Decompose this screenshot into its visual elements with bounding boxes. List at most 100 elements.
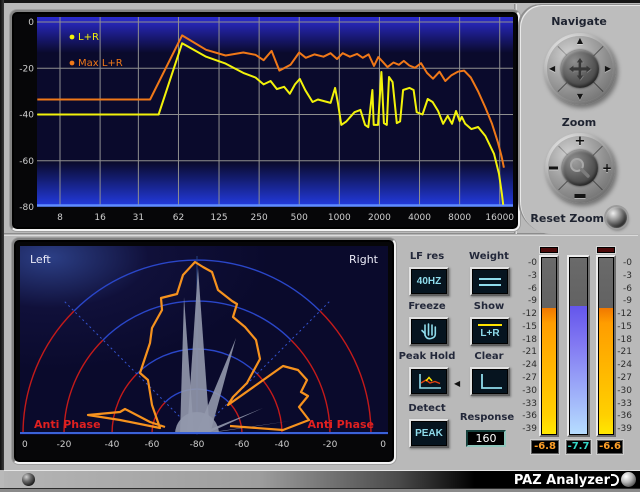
svg-text:2000: 2000 [368, 213, 391, 223]
svg-text:0: 0 [380, 440, 386, 450]
peak-hold-label: Peak Hold [396, 351, 458, 362]
lf-res-label: LF res [396, 251, 458, 262]
reset-zoom-button[interactable] [606, 207, 627, 228]
navigate-zoom-sidebar: Navigate ▲ ▼ ◀ ▶ Zoom + + [518, 4, 640, 234]
peak-hold-button[interactable] [409, 367, 449, 396]
spectrum-plot: 81631621252505001000200040008000160000-2… [16, 14, 514, 226]
response-value: 160 [476, 432, 497, 445]
legend-label: L+R [78, 32, 99, 43]
move-cross-icon [568, 57, 592, 81]
zoom-out-bottom-icon[interactable] [575, 194, 586, 198]
zoom-label: Zoom [518, 116, 640, 129]
lf-res-button[interactable]: 40HZ [409, 267, 449, 296]
navigate-center-button[interactable] [561, 50, 599, 88]
show-value: L+R [480, 328, 499, 339]
svg-text:1000: 1000 [328, 213, 351, 223]
zoom-out-left-icon[interactable] [549, 167, 558, 170]
waves-sphere-icon[interactable] [621, 472, 636, 487]
phase-plot: Left Right Anti Phase Anti Phase 0 -20 -40 -60 -… [20, 246, 388, 454]
navigate-pad[interactable]: ▲ ▼ ◀ ▶ [544, 33, 616, 105]
svg-text:62: 62 [173, 213, 184, 223]
meter-mid-readout: -7.7 [566, 440, 591, 454]
window-edge-top [0, 0, 640, 3]
antiphase-label-right: Anti Phase [307, 418, 374, 431]
info-bar: PAZ Analyzer [4, 470, 640, 488]
meter-right [596, 255, 616, 437]
meter-mid-fill [570, 306, 587, 434]
link-arrow-icon: ◀ [454, 379, 460, 388]
svg-text:-80: -80 [190, 440, 205, 450]
legend-dot-icon [70, 35, 75, 40]
horizontal-groove [4, 233, 638, 236]
svg-text:-60: -60 [235, 440, 250, 450]
axes-icon [476, 372, 504, 392]
right-channel-label: Right [349, 253, 379, 266]
weight-label: Weight [458, 251, 520, 262]
navigate-right-icon[interactable]: ▶ [605, 65, 611, 73]
left-channel-label: Left [30, 253, 51, 266]
meter-right-readout: -6.6 [597, 440, 623, 454]
svg-text:4000: 4000 [408, 213, 431, 223]
legend-dot-icon [70, 61, 75, 66]
show-button[interactable]: L+R [470, 317, 510, 346]
meter-left-readout: -6.8 [531, 440, 559, 454]
svg-text:500: 500 [291, 213, 308, 223]
navigate-down-icon[interactable]: ▼ [577, 93, 583, 101]
title-pill-end [611, 474, 619, 486]
svg-text:250: 250 [251, 213, 268, 223]
svg-text:-60: -60 [19, 157, 34, 167]
navigate-up-icon[interactable]: ▲ [577, 37, 583, 45]
phase-display: Left Right Anti Phase Anti Phase 0 -20 -40 -60 -… [20, 246, 388, 454]
svg-text:-60: -60 [145, 440, 160, 450]
weight-button[interactable] [470, 267, 510, 296]
window-edge-left [0, 0, 4, 470]
zoom-knob[interactable]: + + [545, 133, 615, 203]
antiphase-label-left: Anti Phase [34, 418, 101, 431]
svg-text:16000: 16000 [485, 213, 514, 223]
meter-left [539, 255, 559, 437]
svg-text:-80: -80 [19, 203, 34, 213]
svg-text:8000: 8000 [448, 213, 471, 223]
freeze-label: Freeze [396, 301, 458, 312]
detect-label: Detect [396, 403, 458, 414]
waves-logo-icon [22, 473, 35, 486]
zoom-in-top-icon[interactable]: + [575, 135, 586, 148]
magnifier-icon [567, 155, 593, 181]
controls-panel: LF res 40HZ Weight Freeze Show L+R P [396, 240, 520, 466]
navigate-label: Navigate [518, 15, 640, 28]
peak-hold-graph-icon [415, 372, 443, 392]
hand-icon [418, 321, 440, 342]
show-label: Show [458, 301, 520, 312]
zoom-in-right-icon[interactable]: + [602, 162, 612, 174]
meter-mid [567, 255, 590, 437]
meters-panel: -0-3-6-9-12-15-18-21-24-27-30-33-36-39 -… [522, 244, 640, 470]
double-line-icon [477, 276, 503, 288]
reset-zoom-label: Reset Zoom [518, 212, 604, 225]
svg-text:-20: -20 [57, 440, 72, 450]
svg-text:8: 8 [57, 213, 63, 223]
paz-analyzer-window: 8 16 31 62 125 250 500 1000 2000 4000 8000 16000 0 -2… [0, 0, 640, 492]
svg-text:125: 125 [210, 213, 227, 223]
window-edge-bottom [0, 488, 640, 492]
meter-left-fill [542, 308, 556, 434]
svg-text:0: 0 [22, 440, 28, 450]
clip-indicator-right[interactable] [596, 246, 616, 254]
navigate-left-icon[interactable]: ◀ [549, 65, 555, 73]
clip-indicator-left[interactable] [539, 246, 559, 254]
svg-text:16: 16 [94, 213, 106, 223]
legend-label: Max L+R [78, 58, 123, 69]
response-field[interactable]: 160 [466, 430, 506, 447]
detect-value: PEAK [415, 428, 443, 439]
svg-text:31: 31 [133, 213, 144, 223]
clear-button[interactable] [470, 367, 510, 396]
svg-text:-40: -40 [19, 111, 34, 121]
detect-button[interactable]: PEAK [409, 419, 449, 448]
lf-res-value: 40HZ [417, 276, 441, 287]
clear-label: Clear [458, 351, 520, 362]
svg-text:-40: -40 [275, 440, 290, 450]
freeze-button[interactable] [409, 317, 449, 346]
svg-text:-20: -20 [323, 440, 338, 450]
spectrum-display: 81631621252505001000200040008000160000-2… [16, 14, 514, 226]
meter-right-fill [599, 308, 613, 434]
zoom-center-button[interactable] [562, 150, 598, 186]
